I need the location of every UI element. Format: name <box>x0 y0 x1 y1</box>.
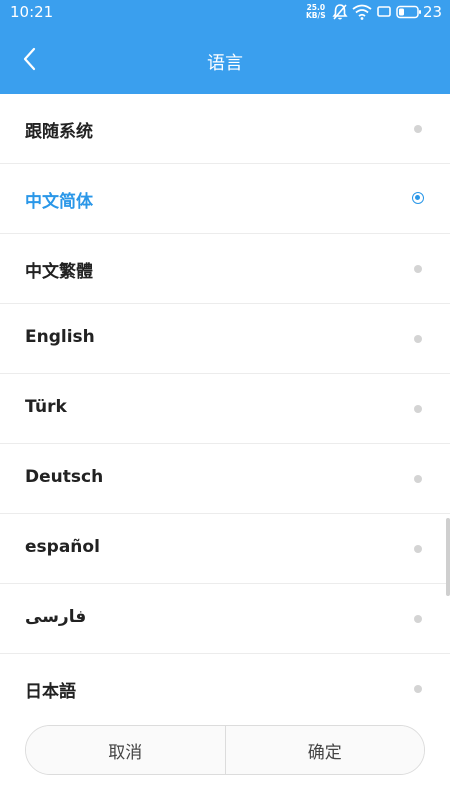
language-option[interactable]: 中文繁體 <box>0 234 450 304</box>
radio-unselected-icon[interactable] <box>414 615 422 623</box>
battery-icon <box>396 5 421 19</box>
radio-unselected-icon[interactable] <box>414 335 422 343</box>
page-title: 语言 <box>207 53 243 74</box>
radio-unselected-icon[interactable] <box>414 475 422 483</box>
dialog-footer: 取消 确定 <box>0 700 450 800</box>
language-label: Türk <box>25 397 67 417</box>
footer-button-group: 取消 确定 <box>25 725 425 775</box>
app-header: 10:21 25.0 KB/S 23 语言 <box>0 0 450 94</box>
radio-unselected-icon[interactable] <box>414 685 422 693</box>
language-option[interactable]: Türk <box>0 374 450 444</box>
cancel-button[interactable]: 取消 <box>26 726 225 774</box>
mute-bell-icon <box>332 4 348 20</box>
language-option[interactable]: 日本語 <box>0 654 450 700</box>
language-option[interactable]: English <box>0 304 450 374</box>
net-speed-unit: KB/S <box>306 11 326 20</box>
language-label: 中文简体 <box>25 192 93 212</box>
language-label: Deutsch <box>25 467 104 487</box>
language-option[interactable]: 跟随系统 <box>0 94 450 164</box>
radio-unselected-icon[interactable] <box>414 545 422 553</box>
language-label: 日本語 <box>25 682 76 700</box>
language-label: فارسی <box>25 607 87 627</box>
radio-unselected-icon[interactable] <box>414 265 422 273</box>
language-label: español <box>25 537 100 557</box>
language-label: 中文繁體 <box>25 262 93 282</box>
radio-unselected-icon[interactable] <box>414 125 422 133</box>
language-option-selected[interactable]: 中文简体 <box>0 164 450 234</box>
battery-level: 23 <box>423 3 443 21</box>
language-label: 跟随系统 <box>25 122 93 142</box>
net-speed: 25.0 KB/S <box>306 4 326 20</box>
language-option[interactable]: فارسی <box>0 584 450 654</box>
language-list: 跟随系统 中文简体 中文繁體 English Türk Deutsch espa… <box>0 94 450 700</box>
confirm-button[interactable]: 确定 <box>225 726 424 774</box>
language-option[interactable]: español <box>0 514 450 584</box>
scrollbar-thumb[interactable] <box>446 518 450 596</box>
radio-selected-icon[interactable] <box>412 192 424 204</box>
screen-icon <box>377 6 391 17</box>
status-bar: 10:21 25.0 KB/S 23 <box>0 0 450 26</box>
radio-unselected-icon[interactable] <box>414 405 422 413</box>
status-time: 10:21 <box>10 3 54 21</box>
language-option[interactable]: Deutsch <box>0 444 450 514</box>
language-label: English <box>25 327 95 347</box>
wifi-icon <box>352 4 372 20</box>
